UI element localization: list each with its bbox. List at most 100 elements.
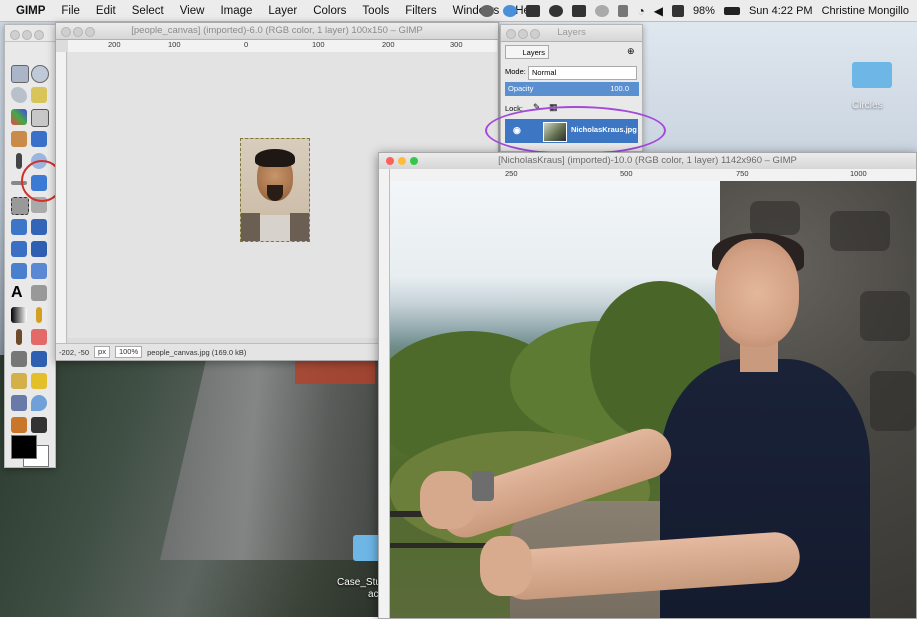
blur-tool-icon[interactable] [31, 395, 47, 411]
canvas-window-title: [people_canvas] (imported)-6.0 (RGB colo… [56, 23, 498, 40]
screen-icon[interactable] [572, 4, 587, 17]
layers-tab-label: Layers [522, 48, 545, 57]
photo-stone [870, 371, 916, 431]
paths-tool-icon[interactable] [31, 131, 47, 147]
photo-window-title: [NicholasKraus] (imported)-10.0 (RGB col… [379, 153, 916, 170]
ruler-label: 100 [312, 40, 325, 49]
input-source-icon[interactable] [671, 4, 684, 17]
portrait-beard [267, 185, 283, 201]
bluetooth-icon[interactable] [618, 4, 629, 17]
dodge-tool-icon[interactable] [31, 417, 47, 433]
toolbox-window: A [4, 24, 56, 468]
fuzzy-select-tool-icon[interactable] [31, 87, 47, 103]
photo-stone [860, 291, 910, 341]
perspective-tool-icon[interactable] [31, 241, 47, 257]
foreground-select-tool-icon[interactable] [11, 131, 27, 147]
blend-tool-icon[interactable] [11, 307, 27, 323]
battery-icon[interactable] [723, 6, 740, 15]
ruler-label: 250 [505, 169, 518, 178]
mode-label: Mode: [505, 67, 526, 76]
flip-tool-icon[interactable] [11, 263, 27, 279]
status-area: ◔ ◀ 98% Sun 4:22 PM Christine Mongillo [480, 0, 909, 21]
folder-icon[interactable] [852, 62, 892, 88]
layers-minimize-button[interactable] [518, 29, 528, 39]
menu-layer[interactable]: Layer [260, 5, 305, 17]
photo-minimize-button[interactable] [398, 157, 406, 165]
airbrush-tool-icon[interactable] [11, 351, 27, 367]
pointer-coordinates: -202, -50 [59, 347, 90, 357]
text-tool-icon[interactable]: A [11, 285, 27, 301]
volume-icon[interactable]: ◀ [654, 4, 663, 18]
canvas-vertical-ruler[interactable] [56, 52, 67, 343]
tab-menu-icon[interactable]: ⊕ [627, 46, 635, 57]
menu-edit[interactable]: Edit [88, 5, 124, 17]
display-icon[interactable] [526, 4, 541, 17]
opacity-slider[interactable]: Opacity 100.0 [505, 82, 639, 96]
photo-head [715, 239, 799, 347]
free-select-tool-icon[interactable] [11, 87, 27, 103]
photo-close-button[interactable] [386, 157, 394, 165]
paintbrush-tool-icon[interactable] [16, 329, 22, 345]
mode-select[interactable]: Normal [528, 66, 637, 80]
menu-file[interactable]: File [53, 5, 88, 17]
scale-tool-icon[interactable] [31, 219, 47, 235]
layers-close-button[interactable] [506, 29, 516, 39]
scissors-tool-icon[interactable] [31, 109, 49, 127]
app-menu[interactable]: GIMP [0, 5, 53, 17]
ruler-label: 200 [108, 40, 121, 49]
wifi-icon[interactable]: ◔ [637, 4, 644, 18]
unit-selector[interactable]: px [94, 346, 110, 358]
ellipse-select-tool-icon[interactable] [31, 65, 49, 83]
bucket-fill-tool-icon[interactable] [31, 285, 47, 301]
menu-view[interactable]: View [172, 5, 213, 17]
shear-tool-icon[interactable] [11, 241, 27, 257]
rotate-tool-icon[interactable] [11, 219, 27, 235]
toolbox-zoom-button[interactable] [34, 30, 44, 40]
ink-tool-icon[interactable] [31, 351, 47, 367]
menu-filters[interactable]: Filters [397, 5, 444, 17]
portrait-image[interactable] [240, 138, 310, 242]
menu-select[interactable]: Select [124, 5, 172, 17]
evernote-icon[interactable] [549, 4, 564, 17]
photo-zoom-button[interactable] [410, 157, 418, 165]
folder-label[interactable]: Circles [852, 100, 883, 111]
canvas-minimize-button[interactable] [73, 27, 83, 37]
menu-tools[interactable]: Tools [354, 5, 397, 17]
toolbox-close-button[interactable] [10, 30, 20, 40]
time-machine-icon[interactable] [595, 4, 610, 17]
photo-canvas[interactable] [390, 181, 916, 618]
canvas-close-button[interactable] [61, 27, 71, 37]
select-by-color-tool-icon[interactable] [11, 109, 27, 125]
layers-tab[interactable]: Layers [505, 45, 549, 59]
clone-tool-icon[interactable] [11, 373, 27, 389]
canvas-zoom-button[interactable] [85, 27, 95, 37]
cage-tool-icon[interactable] [31, 263, 47, 279]
ruler-label: 300 [450, 40, 463, 49]
color-picker-tool-icon[interactable] [16, 153, 22, 169]
sync-icon[interactable] [480, 4, 495, 17]
menu-bar: GIMP File Edit Select View Image Layer C… [0, 0, 917, 22]
portrait-hair [255, 149, 295, 167]
foreground-color-swatch[interactable] [11, 435, 37, 459]
menu-colors[interactable]: Colors [305, 5, 354, 17]
layers-zoom-button[interactable] [530, 29, 540, 39]
photo-vertical-ruler[interactable] [379, 169, 390, 618]
clock[interactable]: Sun 4:22 PM [749, 5, 813, 17]
file-info: people_canvas.jpg (169.0 kB) [147, 347, 247, 357]
pencil-tool-icon[interactable] [36, 307, 42, 323]
ruler-label: 100 [168, 40, 181, 49]
user-name[interactable]: Christine Mongillo [822, 5, 909, 17]
align-tool-icon[interactable] [11, 197, 29, 215]
smudge-tool-icon[interactable] [11, 417, 27, 433]
perspective-clone-tool-icon[interactable] [11, 395, 27, 411]
app-status-icon[interactable] [503, 4, 518, 17]
eraser-tool-icon[interactable] [31, 329, 47, 345]
menu-image[interactable]: Image [212, 5, 260, 17]
photo-stone [750, 201, 800, 235]
heal-tool-icon[interactable] [31, 373, 47, 389]
rect-select-tool-icon[interactable] [11, 65, 29, 83]
toolbox-minimize-button[interactable] [22, 30, 32, 40]
battery-percent[interactable]: 98% [693, 5, 715, 17]
zoom-selector[interactable]: 100% [114, 346, 143, 358]
ruler-label: 750 [736, 169, 749, 178]
